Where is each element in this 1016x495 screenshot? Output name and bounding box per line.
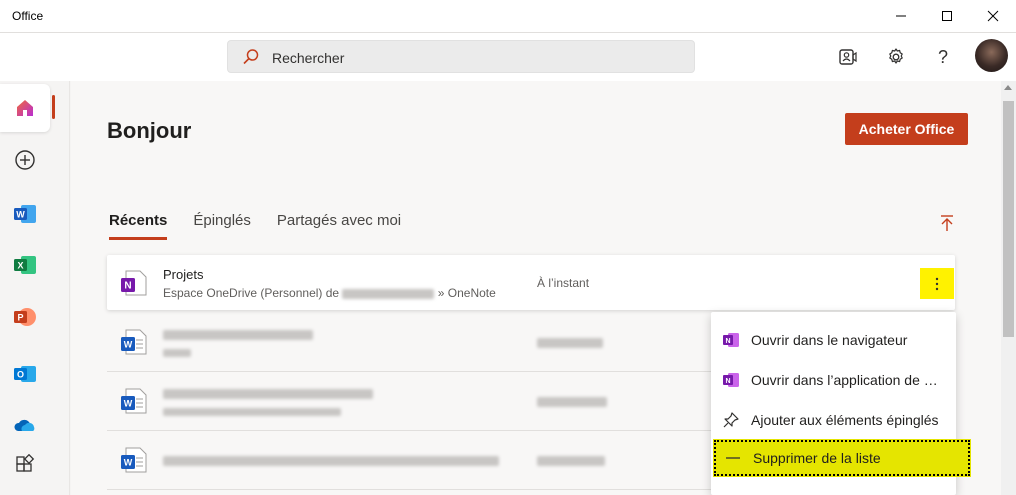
left-rail: W X P O: [0, 81, 70, 495]
search-input[interactable]: Rechercher: [272, 50, 344, 66]
more-vertical-icon: [935, 277, 939, 290]
onedrive-icon: [14, 419, 35, 431]
maximize-button[interactable]: [924, 0, 970, 32]
apps-icon: [16, 454, 35, 472]
file-name-redacted: [163, 385, 373, 400]
svg-text:N: N: [725, 378, 730, 385]
file-location-suffix: » OneNote: [437, 286, 496, 300]
file-location-redacted: [163, 404, 341, 418]
add-circle-icon: [15, 150, 35, 170]
active-marker: [52, 95, 55, 119]
close-button[interactable]: [970, 0, 1016, 32]
onenote-icon: N: [121, 270, 147, 296]
file-time: À l’instant: [537, 276, 590, 290]
svg-text:W: W: [124, 340, 133, 350]
rail-outlook[interactable]: O: [9, 358, 41, 390]
file-time-redacted: [537, 453, 605, 467]
menu-item-label: Ouvrir dans l’application de bureau: [751, 372, 943, 388]
word-doc-icon: W: [121, 329, 147, 355]
settings-button[interactable]: [882, 43, 910, 71]
help-icon: ?: [937, 46, 948, 67]
meet-now-icon: [839, 49, 857, 65]
top-header: Rechercher ?: [0, 33, 1016, 81]
menu-item-open-desktop[interactable]: N Ouvrir dans l’application de bureau: [711, 361, 956, 399]
gear-icon: [889, 48, 903, 64]
upload-icon[interactable]: [937, 213, 957, 233]
vertical-scrollbar[interactable]: [1001, 81, 1016, 495]
page-title: Bonjour: [107, 118, 192, 143]
svg-text:N: N: [124, 281, 131, 292]
scroll-up-icon[interactable]: [1004, 85, 1012, 90]
svg-text:N: N: [725, 338, 730, 345]
more-options-button[interactable]: [920, 268, 954, 299]
table-row[interactable]: N Projets Espace OneDrive (Personnel) de…: [107, 255, 955, 310]
rail-create[interactable]: [9, 144, 41, 176]
rail-excel[interactable]: X: [9, 249, 41, 281]
rail-home[interactable]: [0, 84, 50, 132]
tab-pinned[interactable]: Épinglés: [193, 212, 251, 240]
meet-now-button[interactable]: [834, 43, 862, 71]
file-tabs: Récents Épinglés Partagés avec moi: [109, 212, 401, 240]
menu-item-label: Ouvrir dans le navigateur: [751, 332, 908, 348]
pin-icon: [723, 412, 739, 428]
excel-icon: X: [14, 256, 36, 274]
search-icon: [243, 49, 259, 65]
file-name-redacted: [163, 326, 313, 341]
context-menu: N Ouvrir dans le navigateur N Ouvrir dan…: [711, 312, 971, 495]
minimize-button[interactable]: [878, 0, 924, 32]
rail-powerpoint[interactable]: P: [9, 301, 41, 333]
minus-icon: [726, 457, 740, 459]
svg-text:W: W: [124, 458, 133, 468]
menu-item-remove[interactable]: Supprimer de la liste: [713, 439, 971, 477]
svg-text:O: O: [17, 370, 24, 380]
onenote-icon: N: [723, 373, 739, 387]
file-location-redacted: [163, 345, 191, 359]
file-time-redacted: [537, 335, 603, 349]
powerpoint-icon: P: [14, 308, 36, 326]
word-icon: W: [14, 205, 36, 223]
word-doc-icon: W: [121, 447, 147, 473]
scroll-thumb[interactable]: [1003, 101, 1014, 337]
file-location: Espace OneDrive (Personnel) de » OneNote: [163, 286, 496, 300]
onenote-icon: N: [723, 333, 739, 347]
outlook-icon: O: [14, 366, 36, 382]
menu-item-pin[interactable]: Ajouter aux éléments épinglés: [711, 401, 956, 439]
rail-word[interactable]: W: [9, 198, 41, 230]
tab-recent[interactable]: Récents: [109, 212, 168, 240]
menu-item-label: Ajouter aux éléments épinglés: [751, 412, 939, 428]
maximize-icon: [942, 11, 952, 21]
svg-text:W: W: [124, 399, 133, 409]
file-name: Projets: [163, 267, 204, 282]
file-name-redacted: [163, 452, 499, 467]
close-icon: [987, 10, 999, 22]
avatar[interactable]: [975, 39, 1008, 72]
word-doc-icon: W: [121, 388, 147, 414]
svg-text:X: X: [17, 261, 23, 271]
rail-apps[interactable]: [9, 449, 41, 481]
window-title: Office: [12, 9, 44, 23]
search-box[interactable]: Rechercher: [227, 40, 695, 73]
tab-shared[interactable]: Partagés avec moi: [277, 212, 401, 240]
buy-office-button[interactable]: Acheter Office: [845, 113, 968, 145]
menu-item-label: Supprimer de la liste: [753, 450, 881, 466]
svg-text:P: P: [17, 313, 23, 323]
file-location-prefix: Espace OneDrive (Personnel) de: [163, 286, 340, 300]
minimize-icon: [896, 15, 906, 17]
title-bar: Office: [0, 0, 1016, 33]
redacted-name: [342, 288, 435, 299]
file-time-redacted: [537, 394, 607, 408]
home-icon: [17, 100, 33, 116]
help-button[interactable]: ?: [929, 43, 957, 71]
menu-item-open-browser[interactable]: N Ouvrir dans le navigateur: [711, 321, 956, 359]
svg-text:W: W: [16, 210, 25, 220]
rail-onedrive[interactable]: [9, 409, 41, 441]
